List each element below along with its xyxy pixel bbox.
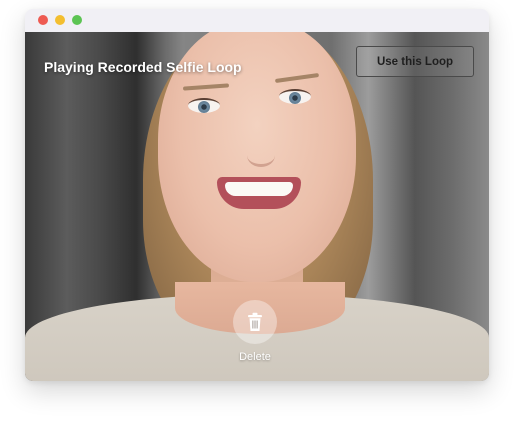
window-titlebar [25,9,489,32]
app-window: Playing Recorded Selfie Loop Use this Lo… [25,9,489,381]
video-frame-nose [247,144,275,167]
close-window-button[interactable] [38,15,48,25]
trash-icon [248,312,262,331]
delete-label: Delete [239,351,271,363]
player-title: Playing Recorded Selfie Loop [44,59,242,75]
video-frame-mouth [217,177,301,209]
video-frame-eye [188,98,220,113]
use-loop-button[interactable]: Use this Loop [356,46,474,77]
delete-control: Delete [230,300,280,363]
use-loop-button-label: Use this Loop [376,55,454,68]
video-preview: Playing Recorded Selfie Loop Use this Lo… [25,32,489,381]
delete-button[interactable] [233,300,277,344]
zoom-window-button[interactable] [72,15,82,25]
video-frame-teeth [225,182,293,196]
video-frame-eye [279,89,311,104]
minimize-window-button[interactable] [55,15,65,25]
